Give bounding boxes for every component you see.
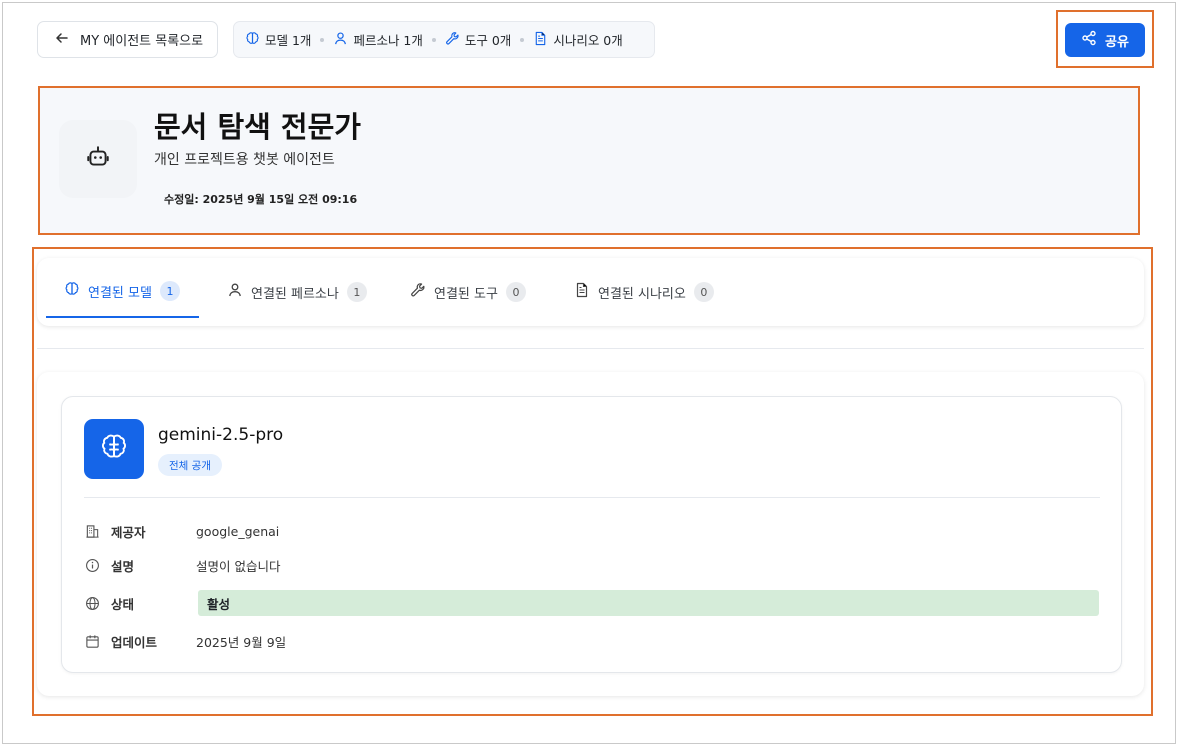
agent-stats-bar: 모델 1개 페르소나 1개 도구 0개 시나리오 0개 bbox=[233, 21, 655, 58]
user-icon bbox=[333, 31, 348, 49]
brain-icon bbox=[245, 31, 260, 49]
stat-personas-label: 페르소나 1개 bbox=[353, 33, 423, 48]
back-to-agents-button[interactable]: MY 에이전트 목록으로 bbox=[37, 21, 218, 58]
back-button-label: MY 에이전트 목록으로 bbox=[80, 34, 204, 49]
highlight-box-header bbox=[38, 86, 1140, 235]
share-icon bbox=[1081, 30, 1097, 50]
document-icon bbox=[533, 31, 548, 49]
stat-tools: 도구 0개 bbox=[445, 30, 511, 49]
stat-tools-label: 도구 0개 bbox=[464, 33, 512, 48]
stat-scenarios-label: 시나리오 0개 bbox=[553, 33, 623, 48]
separator-dot bbox=[520, 37, 525, 42]
stat-models-label: 모델 1개 bbox=[265, 33, 312, 48]
stat-personas: 페르소나 1개 bbox=[333, 30, 423, 49]
separator-dot bbox=[320, 37, 325, 42]
highlight-box-content bbox=[32, 247, 1153, 716]
share-button-label: 공유 bbox=[1105, 34, 1129, 50]
share-button[interactable]: 공유 bbox=[1065, 23, 1145, 57]
stat-scenarios: 시나리오 0개 bbox=[533, 30, 623, 49]
wrench-icon bbox=[445, 31, 460, 49]
separator-dot bbox=[431, 37, 436, 42]
stat-models: 모델 1개 bbox=[245, 30, 311, 49]
arrow-left-icon bbox=[54, 30, 70, 50]
